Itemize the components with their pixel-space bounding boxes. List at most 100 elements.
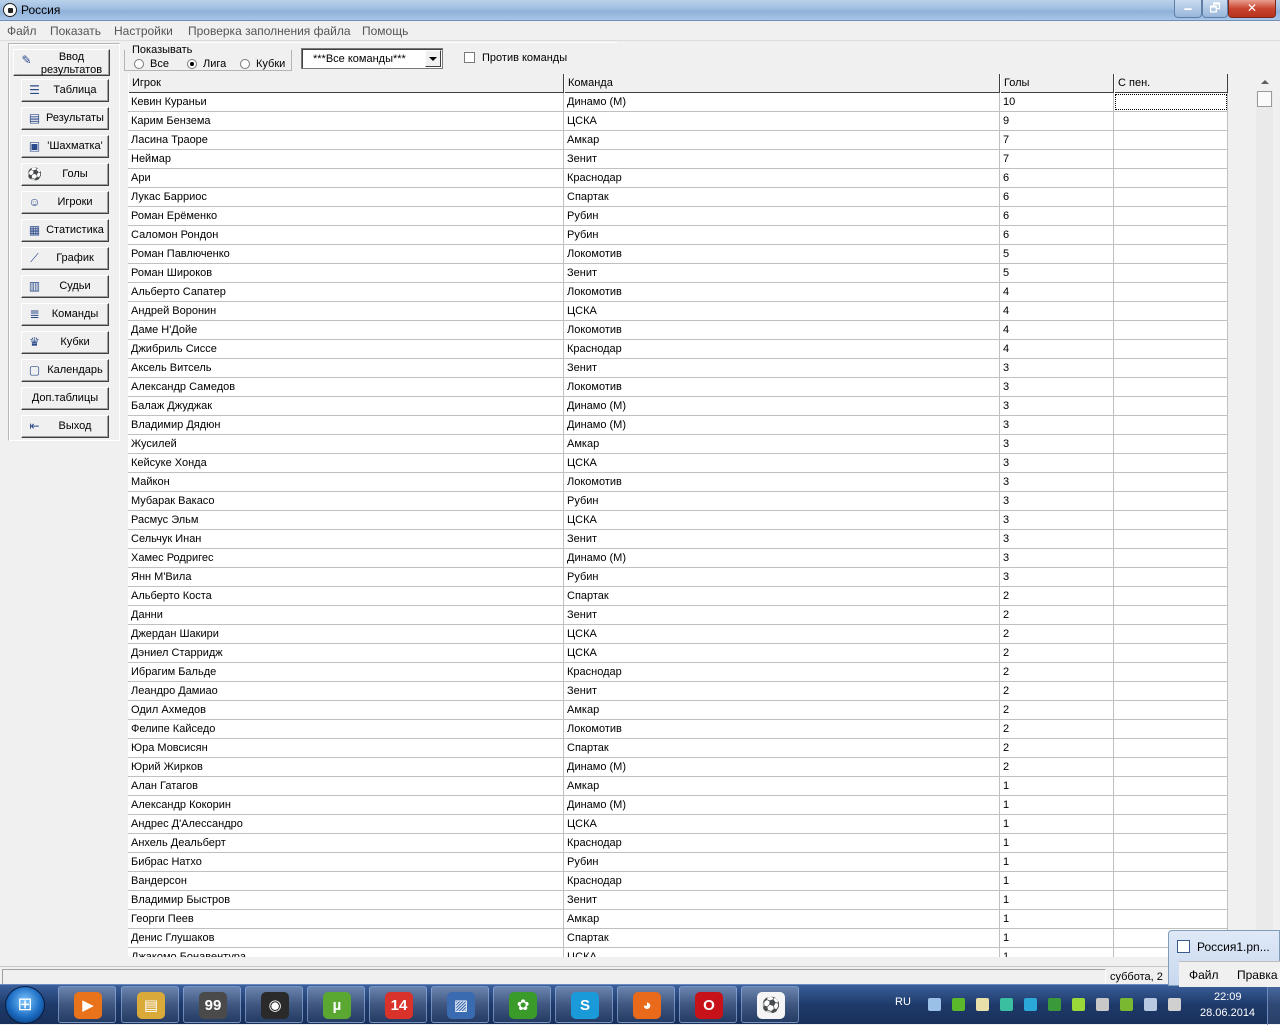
cell-goals[interactable]: 7 — [1000, 150, 1114, 168]
cell-goals[interactable]: 3 — [1000, 492, 1114, 510]
cell-penalty[interactable] — [1114, 454, 1228, 472]
cell-player[interactable]: Вандерсон — [128, 872, 564, 890]
table-row[interactable]: Жусилей Амкар 3 — [128, 435, 1228, 454]
cell-goals[interactable]: 9 — [1000, 112, 1114, 130]
nav-cups-button[interactable]: ♛ Кубки — [21, 331, 109, 354]
cell-penalty[interactable] — [1114, 815, 1228, 833]
nav-chart-button[interactable]: ⟋ График — [21, 247, 109, 270]
table-row[interactable]: Юрий Жирков Динамо (М) 2 — [128, 758, 1228, 777]
cell-player[interactable]: Роман Павлюченко — [128, 245, 564, 263]
cell-player[interactable]: Расмус Эльм — [128, 511, 564, 529]
cell-player[interactable]: Андрес Д'Алессандро — [128, 815, 564, 833]
cell-team[interactable]: Спартак — [564, 739, 1000, 757]
table-row[interactable]: Анхель Деальберт Краснодар 1 — [128, 834, 1228, 853]
table-row[interactable]: Янн М'Вила Рубин 3 — [128, 568, 1228, 587]
cell-team[interactable]: Амкар — [564, 435, 1000, 453]
cell-goals[interactable]: 2 — [1000, 701, 1114, 719]
cell-player[interactable]: Денис Глушаков — [128, 929, 564, 947]
nav-goals-button[interactable]: ⚽ Голы — [21, 163, 109, 186]
cell-player[interactable]: Ласина Траоре — [128, 131, 564, 149]
cell-goals[interactable]: 1 — [1000, 815, 1114, 833]
cell-penalty[interactable] — [1114, 511, 1228, 529]
radio-all-label[interactable]: Все — [150, 58, 169, 70]
chat-tray-icon[interactable] — [1048, 998, 1061, 1011]
cell-penalty[interactable] — [1114, 625, 1228, 643]
cell-team[interactable]: Рубин — [564, 853, 1000, 871]
cell-team[interactable]: ЦСКА — [564, 644, 1000, 662]
cell-penalty[interactable] — [1114, 93, 1228, 111]
table-row[interactable]: Ласина Траоре Амкар 7 — [128, 131, 1228, 150]
cell-player[interactable]: Леандро Дамиао — [128, 682, 564, 700]
cell-goals[interactable]: 1 — [1000, 929, 1114, 947]
scrollbar-thumb[interactable] — [1257, 91, 1272, 107]
table-row[interactable]: Владимир Быстров Зенит 1 — [128, 891, 1228, 910]
cell-team[interactable]: Рубин — [564, 492, 1000, 510]
cell-penalty[interactable] — [1114, 473, 1228, 491]
cell-goals[interactable]: 4 — [1000, 340, 1114, 358]
cell-player[interactable]: Юра Мовсисян — [128, 739, 564, 757]
cell-penalty[interactable] — [1114, 834, 1228, 852]
taskbar-app[interactable]: ▨ — [431, 986, 489, 1023]
table-row[interactable]: Бибрас Натхо Рубин 1 — [128, 853, 1228, 872]
cell-penalty[interactable] — [1114, 663, 1228, 681]
cell-player[interactable]: Владимир Быстров — [128, 891, 564, 909]
table-row[interactable]: Леандро Дамиао Зенит 2 — [128, 682, 1228, 701]
show-desktop-button[interactable] — [1267, 985, 1280, 1025]
cell-penalty[interactable] — [1114, 245, 1228, 263]
cell-team[interactable]: Локомотив — [564, 473, 1000, 491]
cell-team[interactable]: Динамо (М) — [564, 93, 1000, 111]
table-row[interactable]: Данни Зенит 2 — [128, 606, 1228, 625]
menu-show[interactable]: Показать — [50, 24, 101, 38]
table-row[interactable]: Лукас Барриос Спартак 6 — [128, 188, 1228, 207]
cell-player[interactable]: Жусилей — [128, 435, 564, 453]
cell-penalty[interactable] — [1114, 796, 1228, 814]
table-row[interactable]: Аксель Витсель Зенит 3 — [128, 359, 1228, 378]
cell-penalty[interactable] — [1114, 150, 1228, 168]
cell-team[interactable]: Спартак — [564, 587, 1000, 605]
cell-penalty[interactable] — [1114, 853, 1228, 871]
cell-team[interactable]: Краснодар — [564, 340, 1000, 358]
cell-goals[interactable]: 1 — [1000, 910, 1114, 928]
menu-help[interactable]: Помощь — [362, 24, 408, 38]
cell-team[interactable]: Зенит — [564, 359, 1000, 377]
cell-team[interactable]: Зенит — [564, 891, 1000, 909]
cell-team[interactable]: Краснодар — [564, 663, 1000, 681]
cell-player[interactable]: Владимир Дядюн — [128, 416, 564, 434]
table-row[interactable]: Саломон Рондон Рубин 6 — [128, 226, 1228, 245]
cell-goals[interactable]: 3 — [1000, 530, 1114, 548]
cell-player[interactable]: Кевин Кураньи — [128, 93, 564, 111]
table-row[interactable]: Мубарак Вакасо Рубин 3 — [128, 492, 1228, 511]
cell-goals[interactable]: 1 — [1000, 796, 1114, 814]
cell-player[interactable]: Мубарак Вакасо — [128, 492, 564, 510]
taskbar-app[interactable]: ✿ — [493, 986, 551, 1023]
table-row[interactable]: Одил Ахмедов Амкар 2 — [128, 701, 1228, 720]
cell-goals[interactable]: 3 — [1000, 549, 1114, 567]
table-row[interactable]: Даме Н'Дойе Локомотив 4 — [128, 321, 1228, 340]
cell-player[interactable]: Неймар — [128, 150, 564, 168]
taskbar-app[interactable]: O — [679, 986, 737, 1023]
nvidia-icon[interactable] — [1120, 998, 1133, 1011]
cell-player[interactable]: Анхель Деальберт — [128, 834, 564, 852]
cell-player[interactable]: Бибрас Натхо — [128, 853, 564, 871]
cell-player[interactable]: Кейсуке Хонда — [128, 454, 564, 472]
table-row[interactable]: Джакомо Бонавентура ЦСКА 1 — [128, 948, 1228, 957]
cell-team[interactable]: Локомотив — [564, 321, 1000, 339]
cell-penalty[interactable] — [1114, 188, 1228, 206]
table-row[interactable]: Неймар Зенит 7 — [128, 150, 1228, 169]
cell-goals[interactable]: 1 — [1000, 872, 1114, 890]
language-indicator[interactable]: RU — [895, 996, 911, 1008]
nav-chessboard-button[interactable]: ▣ 'Шахматка' — [21, 135, 109, 158]
table-row[interactable]: Кейсуке Хонда ЦСКА 3 — [128, 454, 1228, 473]
cell-team[interactable]: Зенит — [564, 530, 1000, 548]
cell-player[interactable]: Балаж Джуджак — [128, 397, 564, 415]
cell-goals[interactable]: 1 — [1000, 853, 1114, 871]
chevron-down-icon[interactable] — [425, 50, 441, 67]
taskbar-app[interactable]: ▶ — [58, 986, 116, 1023]
antivirus-icon[interactable] — [1072, 998, 1085, 1011]
radio-league-label[interactable]: Лига — [203, 58, 226, 70]
cell-penalty[interactable] — [1114, 549, 1228, 567]
cell-player[interactable]: Джакомо Бонавентура — [128, 948, 564, 957]
cell-goals[interactable]: 2 — [1000, 663, 1114, 681]
table-row[interactable]: Андрес Д'Алессандро ЦСКА 1 — [128, 815, 1228, 834]
table-row[interactable]: Вандерсон Краснодар 1 — [128, 872, 1228, 891]
